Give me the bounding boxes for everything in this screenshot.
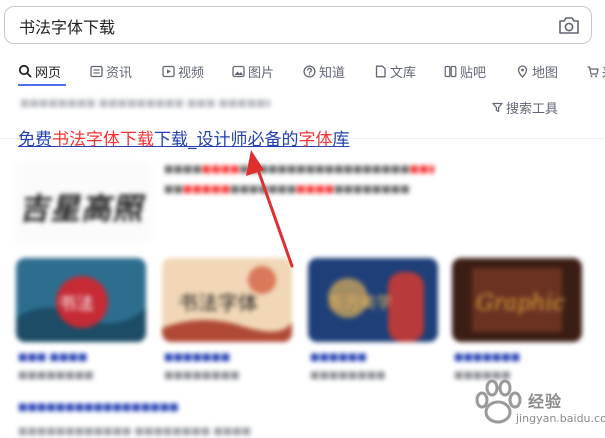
- tab-video[interactable]: 视频: [162, 60, 204, 82]
- result-thumbnail[interactable]: 吉星高照: [14, 162, 152, 244]
- baidu-jingyan-watermark: 经验 jingyan.baidu.com: [470, 376, 605, 434]
- tab-label: 资讯: [106, 65, 133, 81]
- search-tabs: 网页 资讯 视频 图片 知道 文库 贴吧 地图 采购: [0, 52, 605, 139]
- tab-label: 网页: [35, 65, 62, 81]
- card-art-image: 书法字体: [162, 258, 292, 342]
- title-highlight: 书法字体下载: [52, 130, 154, 150]
- result-snippet-line: ■■■■■■■■■■■■■■■■■■■■■■■■■■: [164, 184, 410, 195]
- tab-wenku[interactable]: 文库: [374, 60, 416, 82]
- card-caption[interactable]: ■■■■■■■: [454, 352, 574, 363]
- card-art-image: 东方美学: [308, 258, 438, 342]
- tab-label: 图片: [248, 65, 275, 81]
- tab-label: 贴吧: [460, 65, 487, 81]
- document-icon: [375, 65, 386, 77]
- video-icon: [162, 65, 175, 77]
- result-image-card[interactable]: 书法: [16, 258, 146, 342]
- card-art-text: 书法: [58, 294, 94, 315]
- result-image-card[interactable]: 书法字体: [162, 258, 292, 342]
- card-caption[interactable]: ■■■ ■■■■: [18, 352, 138, 363]
- card-subcaption: ■■■■■■■■: [18, 370, 94, 381]
- tab-news[interactable]: 资讯: [90, 60, 132, 82]
- card-subcaption: ■■■■■■■■: [310, 370, 386, 381]
- news-icon: [90, 65, 103, 77]
- tab-zhidao[interactable]: 知道: [303, 60, 345, 82]
- card-art-text: 书法字体: [178, 291, 258, 315]
- card-subcaption: ■■■■■■■■: [164, 370, 240, 381]
- more-images-link[interactable]: ■■■■■■■■■■■■■■■■■: [18, 402, 179, 413]
- image-icon: [232, 65, 245, 77]
- title-part: 免费: [18, 130, 52, 150]
- watermark-url: jingyan.baidu.com: [516, 412, 605, 425]
- search-icon: [18, 64, 32, 78]
- cart-icon: [587, 65, 599, 77]
- tab-label: 文库: [390, 65, 417, 81]
- camera-icon[interactable]: [557, 16, 581, 36]
- filter-icon: [492, 102, 503, 112]
- tieba-icon: [444, 65, 457, 77]
- search-bar: [4, 6, 592, 44]
- card-art-image: 书法: [16, 258, 146, 342]
- result-snippet-line: ■■■■■■■■■■■■■■■■■■■■■■■■■■■■■■: [164, 164, 434, 175]
- tab-label: 知道: [319, 65, 346, 81]
- tab-label: 视频: [178, 65, 205, 81]
- search-input[interactable]: [19, 15, 539, 37]
- search-tools-label: 搜索工具: [506, 101, 559, 117]
- tab-image[interactable]: 图片: [232, 60, 274, 82]
- arrow-shaft: [254, 162, 294, 268]
- result-image-card[interactable]: Graphic: [452, 258, 582, 342]
- watermark-name: 经验: [528, 392, 563, 411]
- map-icon: [517, 64, 528, 78]
- card-caption[interactable]: ■■■■■■■: [164, 352, 284, 363]
- result-url: ■■■■■■■■■■■■ ■■■■■■■■ ■■■■: [18, 426, 252, 437]
- title-part: 下载_设计师必备的: [154, 130, 299, 150]
- tab-web[interactable]: 网页: [18, 60, 61, 82]
- result-image-card[interactable]: 东方美学: [308, 258, 438, 342]
- tab-purchase[interactable]: 采购: [586, 60, 605, 82]
- tab-tieba[interactable]: 贴吧: [444, 60, 486, 82]
- result-count-text: ■■■■■■■■ ■■■■■■■■■ ■■■ ■■■■■■: [20, 98, 270, 109]
- card-art-image: Graphic: [452, 258, 582, 342]
- active-tab-indicator: [18, 84, 66, 86]
- card-art-text: Graphic: [476, 291, 565, 316]
- tab-map[interactable]: 地图: [516, 60, 558, 82]
- card-art-text: 东方美学: [328, 293, 392, 312]
- title-part: 库: [332, 130, 350, 150]
- search-tools-button[interactable]: 搜索工具: [492, 97, 558, 117]
- card-caption[interactable]: ■■■■■■: [310, 352, 430, 363]
- title-highlight: 字体: [298, 130, 333, 150]
- result-title-link[interactable]: 免费书法字体下载下载_设计师必备的字体库: [18, 129, 350, 151]
- question-icon: [303, 64, 316, 78]
- thumbnail-calligraphy: 吉星高照: [17, 192, 149, 227]
- tab-label: 地图: [532, 65, 559, 81]
